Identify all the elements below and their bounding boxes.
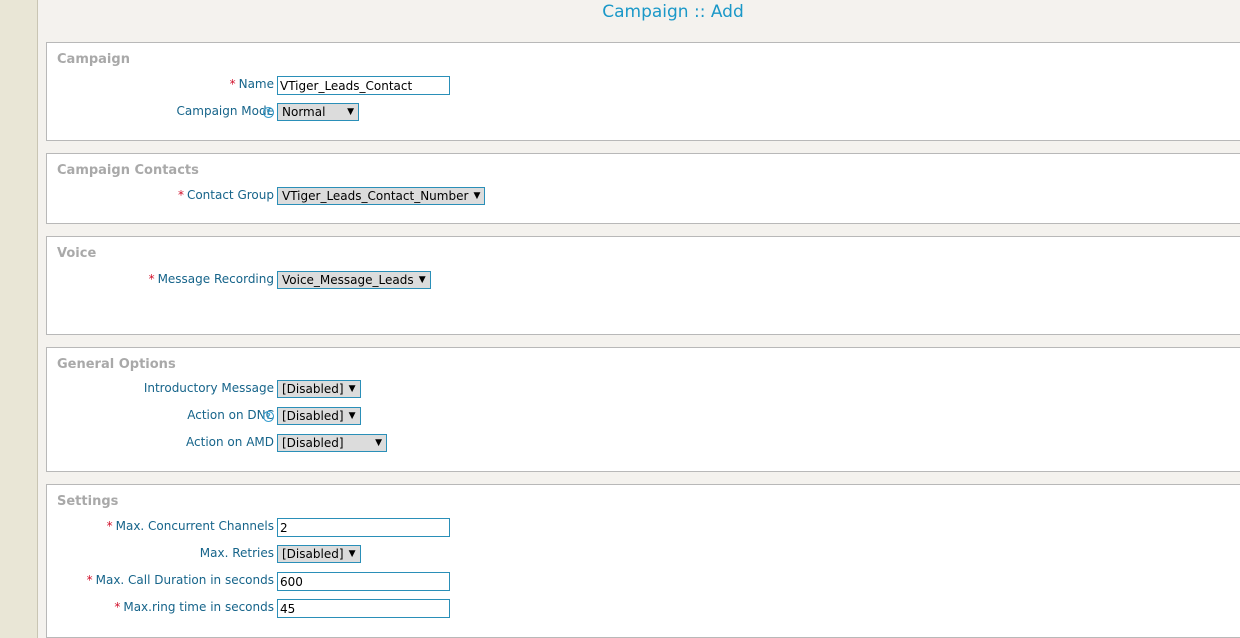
help-icon[interactable]: ?	[263, 411, 274, 422]
action-dnc-label: Action on DNC	[187, 408, 274, 422]
action-dnc-select[interactable]: [Disabled] ▼	[277, 407, 361, 425]
help-icon[interactable]: ?	[263, 107, 274, 118]
message-recording-select[interactable]: Voice_Message_Leads ▼	[277, 271, 431, 289]
intro-message-select[interactable]: [Disabled] ▼	[277, 380, 361, 398]
section-title: Campaign Contacts	[57, 163, 199, 178]
required-marker: *	[229, 77, 236, 91]
chevron-down-icon: ▼	[418, 275, 426, 285]
chevron-down-icon: ▼	[347, 107, 354, 117]
required-marker: *	[177, 188, 184, 202]
max-ring-time-label: * Max.ring time in seconds	[114, 600, 274, 614]
max-call-duration-label: * Max. Call Duration in seconds	[86, 573, 274, 587]
section-title: Voice	[57, 246, 97, 261]
section-title: General Options	[57, 357, 176, 372]
name-label: * Name	[229, 77, 274, 91]
message-recording-label: * Message Recording	[148, 272, 274, 286]
max-channels-input[interactable]	[277, 518, 450, 537]
required-marker: *	[86, 573, 93, 587]
contact-group-label: * Contact Group	[177, 188, 274, 202]
required-marker: *	[106, 519, 113, 533]
required-marker: *	[148, 272, 155, 286]
message-recording-row: * Message Recording Voice_Message_Leads ▼	[47, 271, 1240, 291]
max-ring-time-row: * Max.ring time in seconds	[47, 599, 1240, 619]
max-retries-label: Max. Retries	[199, 546, 274, 560]
action-amd-row: Action on AMD [Disabled] ▼	[47, 434, 1240, 454]
action-amd-select[interactable]: [Disabled] ▼	[277, 434, 387, 452]
action-dnc-row: Action on DNC ? [Disabled] ▼	[47, 407, 1240, 427]
section-title: Settings	[57, 494, 119, 509]
max-channels-row: * Max. Concurrent Channels	[47, 518, 1240, 538]
max-call-duration-row: * Max. Call Duration in seconds	[47, 572, 1240, 592]
max-retries-select[interactable]: [Disabled] ▼	[277, 545, 361, 563]
chevron-down-icon: ▼	[375, 438, 382, 448]
max-channels-label: * Max. Concurrent Channels	[106, 519, 274, 533]
intro-message-row: Introductory Message [Disabled] ▼	[47, 380, 1240, 400]
action-amd-label: Action on AMD	[186, 435, 274, 449]
campaign-mode-select[interactable]: Normal ▼	[277, 103, 359, 121]
section-settings: Settings *Max. Concurrent Channels Max. …	[46, 484, 1240, 638]
campaign-mode-row: Campaign Mode ? Normal ▼	[47, 103, 1240, 123]
contact-group-row: * Contact Group VTiger_Leads_Contact_Numb…	[47, 187, 1240, 207]
section-voice: Voice * Message Recording Voice_Message_L…	[46, 236, 1240, 335]
chevron-down-icon: ▼	[348, 549, 356, 559]
name-row: * Name	[47, 76, 1240, 96]
max-retries-row: Max. Retries [Disabled] ▼	[47, 545, 1240, 565]
campaign-mode-label: Campaign Mode	[176, 104, 274, 118]
max-call-duration-input[interactable]	[277, 572, 450, 591]
chevron-down-icon: ▼	[348, 411, 356, 421]
section-title: Campaign	[57, 52, 130, 67]
chevron-down-icon: ▼	[473, 191, 481, 201]
chevron-down-icon: ▼	[348, 384, 356, 394]
required-marker: *	[114, 600, 121, 614]
intro-message-label: Introductory Message	[143, 381, 274, 395]
name-input[interactable]	[277, 76, 450, 95]
max-ring-time-input[interactable]	[277, 599, 450, 618]
page-title: Campaign :: Add	[602, 2, 744, 22]
section-general-options: General Options Introductory Message [Di…	[46, 347, 1240, 472]
left-sidebar	[0, 0, 38, 638]
section-campaign: Campaign *Name Campaign Mode ? Normal▼	[46, 42, 1240, 141]
contact-group-select[interactable]: VTiger_Leads_Contact_Number ▼	[277, 187, 486, 205]
section-campaign-contacts: Campaign Contacts * Contact Group VTiger_…	[46, 153, 1240, 224]
